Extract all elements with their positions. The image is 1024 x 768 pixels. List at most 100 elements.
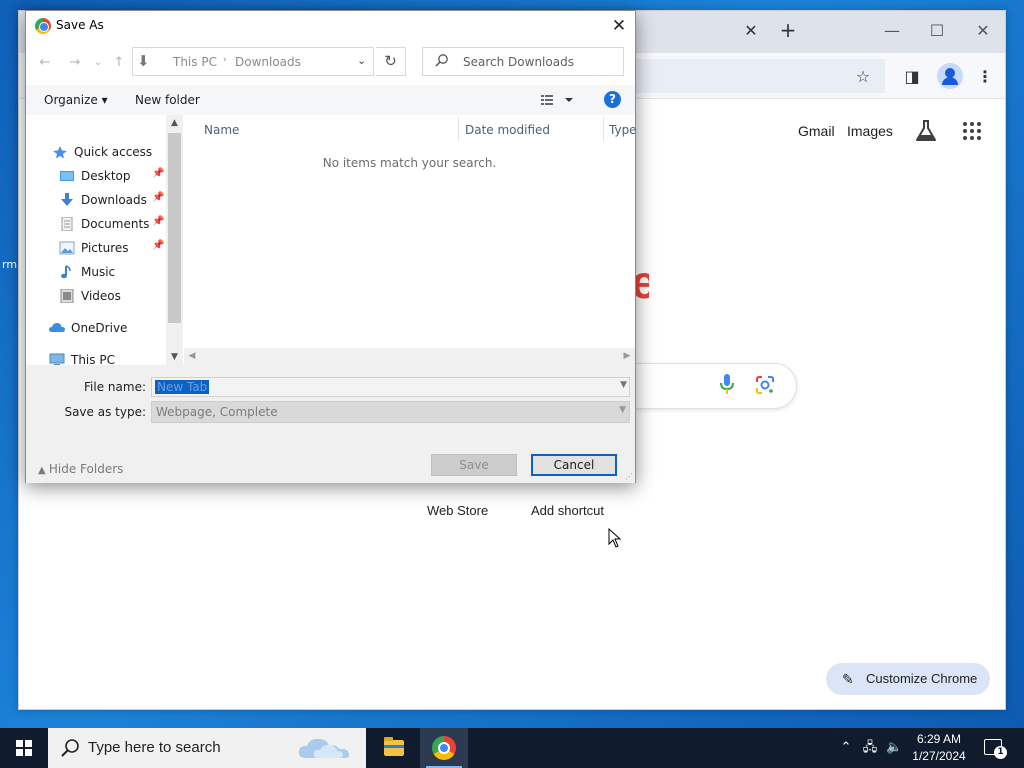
address-dropdown-icon[interactable]: ⌄	[357, 54, 366, 67]
view-options-icon[interactable]	[541, 93, 573, 107]
shortcut-add-shortcut[interactable]: Add shortcut	[531, 503, 604, 518]
scroll-right-icon[interactable]: ▶	[619, 348, 635, 365]
minimize-button[interactable]: —	[877, 19, 907, 43]
images-link[interactable]: Images	[847, 123, 893, 139]
customize-chrome-button[interactable]: ✎ Customize Chrome	[826, 663, 990, 695]
sidebar-item-downloads[interactable]: Downloads	[59, 190, 147, 210]
search-downloads-input[interactable]: Search Downloads	[422, 47, 624, 76]
shortcut-web-store[interactable]: Web Store	[427, 503, 488, 518]
recent-locations-icon[interactable]: ⌄	[89, 54, 107, 72]
taskbar-file-explorer[interactable]	[370, 728, 418, 768]
close-window-button[interactable]: ✕	[968, 19, 998, 43]
lens-search-icon[interactable]	[755, 375, 775, 395]
show-hidden-icons-chevron-icon[interactable]: ⌃	[838, 740, 854, 756]
help-icon[interactable]: ?	[604, 91, 621, 108]
sidebar-item-videos[interactable]: Videos	[59, 286, 121, 306]
scroll-left-icon[interactable]: ◀	[184, 348, 200, 365]
file-name-label: File name:	[84, 380, 146, 394]
sidebar-item-label: Videos	[81, 289, 121, 303]
save-as-type-select[interactable]: Webpage, Complete ▼	[151, 401, 630, 423]
windows-logo-icon	[16, 740, 32, 756]
google-apps-icon[interactable]	[963, 122, 981, 140]
gmail-link[interactable]: Gmail	[798, 123, 835, 139]
clock-time: 6:29 AM	[916, 732, 962, 746]
tab-close-icon[interactable]: ✕	[741, 21, 761, 41]
taskbar-chrome[interactable]	[420, 728, 468, 768]
cancel-button[interactable]: Cancel	[531, 454, 617, 476]
dialog-title-bar[interactable]: Save As ✕	[26, 11, 635, 41]
pin-icon: 📌	[152, 216, 165, 227]
sidebar-item-desktop[interactable]: Desktop	[59, 166, 131, 186]
bookmark-star-icon[interactable]: ☆	[852, 66, 874, 88]
file-list-horizontal-scrollbar[interactable]: ◀ ▶	[184, 348, 635, 365]
column-divider[interactable]	[603, 117, 604, 141]
scroll-up-icon[interactable]: ▲	[166, 115, 183, 131]
sidebar-item-pictures[interactable]: Pictures	[59, 238, 129, 258]
organize-menu[interactable]: Organize ▾	[44, 93, 108, 107]
empty-folder-message: No items match your search.	[322, 156, 497, 170]
dialog-navigation-bar: ← → ⌄ ↑ ⬇ This PC › Downloads ⌄ ↻ Search…	[26, 41, 635, 85]
file-name-input[interactable]: New Tab ▼	[151, 377, 630, 397]
scrollbar-thumb[interactable]	[168, 133, 181, 323]
voice-search-icon[interactable]	[720, 373, 734, 395]
mouse-cursor-icon	[608, 528, 622, 548]
chrome-menu-icon[interactable]: ⋮	[974, 66, 996, 88]
sidebar-item-label: Pictures	[81, 241, 129, 255]
folder-icon	[384, 737, 404, 756]
sidebar-item-label: Documents	[81, 217, 150, 231]
breadcrumb-downloads[interactable]: Downloads	[235, 55, 301, 69]
search-icon	[435, 54, 448, 67]
chrome-icon	[432, 736, 456, 760]
pencil-icon: ✎	[842, 671, 854, 687]
dialog-close-button[interactable]: ✕	[608, 15, 630, 37]
music-icon	[61, 265, 71, 279]
navigation-pane: Quick access Desktop Downloads Documents…	[26, 115, 166, 367]
taskbar: Type here to search ⌃ 🖧 🔈 6:29 AM 1/27/2…	[0, 728, 1024, 768]
side-panel-icon[interactable]: ◨	[901, 66, 923, 88]
maximize-button[interactable]: ☐	[922, 19, 952, 43]
chevron-down-icon[interactable]: ▼	[619, 405, 626, 415]
taskbar-search-box[interactable]: Type here to search	[48, 728, 366, 768]
column-divider[interactable]	[458, 117, 459, 141]
download-icon	[61, 193, 73, 206]
sidebar-item-label: OneDrive	[71, 321, 128, 335]
network-icon[interactable]: 🖧	[862, 740, 878, 756]
navigation-pane-scrollbar[interactable]: ▲ ▼	[166, 115, 183, 365]
forward-arrow-icon[interactable]: →	[66, 54, 84, 72]
sidebar-item-music[interactable]: Music	[59, 262, 115, 282]
desktop-icon-label-fragment: rm	[2, 258, 18, 271]
save-button[interactable]: Save	[431, 454, 517, 476]
labs-flask-icon[interactable]	[915, 119, 937, 143]
column-header-date-modified[interactable]: Date modified	[465, 123, 550, 137]
start-button[interactable]	[0, 728, 48, 768]
hide-folders-button[interactable]: ▲ Hide Folders	[38, 462, 123, 476]
new-tab-button[interactable]: +	[777, 20, 799, 42]
refresh-button[interactable]: ↻	[376, 47, 406, 76]
chevron-down-icon[interactable]: ▼	[620, 380, 627, 390]
new-folder-button[interactable]: New folder	[135, 93, 200, 107]
volume-muted-icon[interactable]: 🔈	[886, 740, 902, 756]
resize-grip-icon[interactable]: ⋰	[625, 472, 633, 481]
dialog-command-bar: Organize ▾ New folder ?	[26, 85, 635, 115]
column-header-name[interactable]: Name	[204, 123, 239, 137]
star-icon	[53, 146, 67, 159]
scroll-down-icon[interactable]: ▼	[166, 349, 183, 365]
breadcrumb-this-pc[interactable]: This PC	[173, 55, 217, 69]
file-list: Name Date modified Type No items match y…	[184, 115, 637, 365]
address-breadcrumb[interactable]: ⬇ This PC › Downloads ⌄	[132, 47, 374, 76]
address-bar[interactable]	[619, 59, 885, 93]
sidebar-item-label: Quick access	[74, 145, 153, 159]
sidebar-item-quick-access[interactable]: Quick access	[52, 142, 152, 162]
sidebar-item-documents[interactable]: Documents	[59, 214, 149, 234]
download-arrow-icon: ⬇	[137, 52, 150, 70]
sidebar-item-onedrive[interactable]: OneDrive	[49, 318, 127, 338]
search-placeholder: Search Downloads	[463, 55, 574, 69]
save-as-type-value: Webpage, Complete	[156, 405, 278, 419]
back-arrow-icon[interactable]: ←	[36, 54, 54, 72]
clock-date: 1/27/2024	[912, 749, 966, 763]
up-arrow-icon[interactable]: ↑	[110, 54, 128, 72]
column-header-type[interactable]: Type	[609, 123, 637, 137]
system-clock[interactable]: 6:29 AM 1/27/2024	[908, 731, 970, 765]
desktop-folder-icon	[60, 171, 74, 181]
profile-avatar-icon[interactable]	[937, 63, 963, 89]
